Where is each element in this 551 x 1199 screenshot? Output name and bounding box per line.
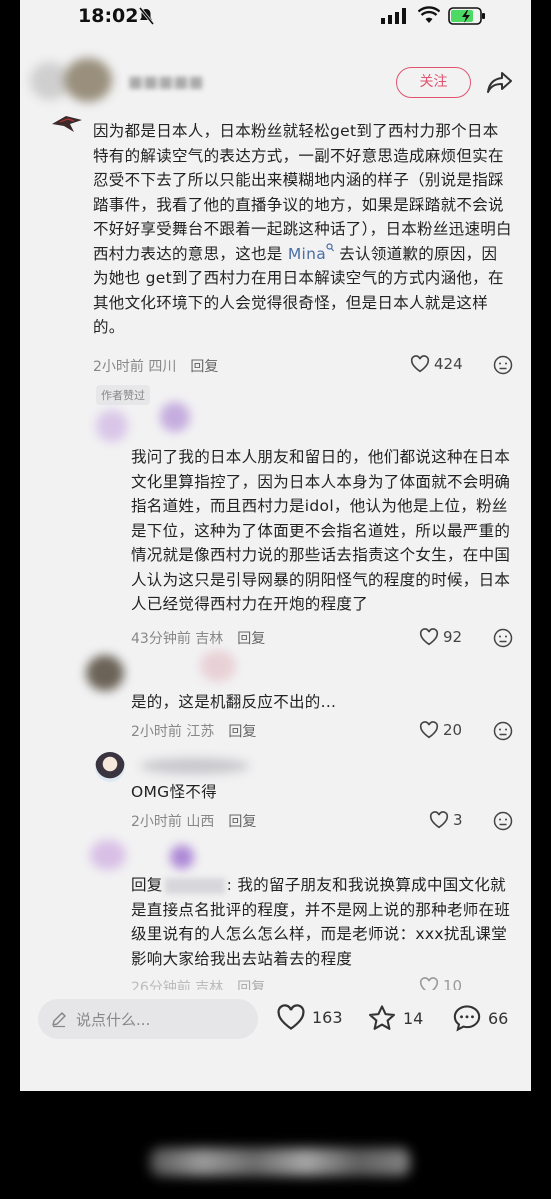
reply-meta: 2小时前 江苏 回复 xyxy=(131,721,256,741)
status-bar: 18:02 xyxy=(20,0,531,32)
reply-location: 江苏 xyxy=(186,724,215,740)
like-count: 92 xyxy=(443,628,463,646)
like-button[interactable]: 424 xyxy=(410,355,463,373)
dislike-face-icon[interactable] xyxy=(493,355,513,375)
reply-target-username[interactable] xyxy=(164,877,225,894)
heart-icon xyxy=(277,1004,305,1030)
avatar-overlay xyxy=(200,650,236,682)
share-icon[interactable] xyxy=(485,70,513,96)
avatar[interactable] xyxy=(95,752,125,782)
comment-text-part: 因为都是日本人，日本粉丝就轻松get到了西村力那个日本特有的解读空气的表达方式，… xyxy=(93,122,512,263)
commenter-avatar-icon xyxy=(52,116,82,132)
heart-icon xyxy=(410,355,430,373)
app-screen: 18:02 ■■■■■ 关注 因为都是日本人，日本粉丝就轻松get到了西村力那个… xyxy=(20,0,531,1091)
avatar[interactable] xyxy=(96,410,128,442)
reply-location: 山西 xyxy=(186,814,215,830)
reply-time: 43分钟前 xyxy=(131,631,191,647)
post-collect-count: 14 xyxy=(403,1008,424,1028)
author-avatar-overlay xyxy=(64,58,112,102)
author-name[interactable]: ■■■■■ xyxy=(128,72,204,91)
reply-time: 2小时前 xyxy=(131,814,182,830)
reply-meta: 43分钟前 吉林 回复 xyxy=(131,628,265,648)
star-icon xyxy=(369,1005,395,1030)
post-like-count: 163 xyxy=(312,1008,343,1027)
like-button[interactable]: 20 xyxy=(419,721,462,739)
mention-name: Mina xyxy=(287,244,327,263)
comment-bubble-icon xyxy=(453,1005,481,1032)
comment-input[interactable]: 说点什么... xyxy=(38,999,258,1039)
reply-button[interactable]: 回复 xyxy=(237,631,265,647)
reply-text: 我问了我的日本人朋友和留日的，他们都说这种在日本文化里算指控了，因为日本人本身为… xyxy=(131,448,511,613)
mute-bell-icon xyxy=(138,7,154,25)
bottom-action-bar: 说点什么... 163 14 66 xyxy=(20,990,531,1050)
avatar[interactable] xyxy=(90,840,126,870)
reply-button[interactable]: 回复 xyxy=(228,724,256,740)
comment-input-placeholder: 说点什么... xyxy=(76,1010,151,1029)
like-button[interactable]: 92 xyxy=(419,628,462,646)
pencil-icon xyxy=(52,1012,66,1028)
reply-prefix: 回复 xyxy=(131,876,163,894)
heart-icon xyxy=(419,721,439,739)
reply-time: 2小时前 xyxy=(131,724,182,740)
username-blur xyxy=(140,758,250,774)
avatar[interactable] xyxy=(86,655,124,691)
heart-icon xyxy=(429,811,449,829)
reply-location: 吉林 xyxy=(195,631,224,647)
reply-button[interactable]: 回复 xyxy=(190,359,218,375)
mention-link[interactable]: Mina xyxy=(287,243,334,263)
search-icon xyxy=(326,243,334,252)
comment-location: 四川 xyxy=(148,359,177,375)
avatar-overlay xyxy=(170,845,194,869)
reply-button[interactable]: 回复 xyxy=(228,814,256,830)
comment-text: 因为都是日本人，日本粉丝就轻松get到了西村力那个日本特有的解读空气的表达方式，… xyxy=(93,119,513,340)
like-count: 3 xyxy=(453,811,463,829)
like-count: 424 xyxy=(434,355,463,373)
watermark-blur xyxy=(150,1148,410,1176)
post-collect-button[interactable]: 14 xyxy=(367,1004,423,1032)
reply-text: OMG怪不得 xyxy=(131,783,217,801)
like-count: 20 xyxy=(443,721,463,739)
comment-time: 2小时前 xyxy=(93,359,144,375)
dislike-face-icon[interactable] xyxy=(493,628,513,648)
author-liked-badge: 作者赞过 xyxy=(96,385,150,405)
post-comment-button[interactable]: 66 xyxy=(452,1004,508,1032)
post-like-button[interactable]: 163 xyxy=(276,1004,343,1031)
dislike-face-icon[interactable] xyxy=(493,721,513,741)
reply-text: 回复: 我的留子朋友和我说换算成中国文化就是直接点名批评的程度，并不是网上说的那… xyxy=(131,873,516,971)
comment-meta: 2小时前 四川 回复 xyxy=(93,356,218,376)
like-button[interactable]: 3 xyxy=(429,811,463,829)
signal-icon xyxy=(381,8,406,24)
wifi-icon xyxy=(418,6,440,23)
avatar-overlay xyxy=(160,402,190,432)
status-time: 18:02 xyxy=(78,5,139,27)
dislike-face-icon[interactable] xyxy=(493,811,513,831)
heart-icon xyxy=(419,628,439,646)
reply-meta: 2小时前 山西 回复 xyxy=(131,811,256,831)
reply-text: 是的，这是机翻反应不出的... xyxy=(131,693,337,711)
battery-charging-icon xyxy=(448,7,485,25)
follow-button[interactable]: 关注 xyxy=(396,67,471,98)
post-comment-count: 66 xyxy=(488,1008,509,1028)
